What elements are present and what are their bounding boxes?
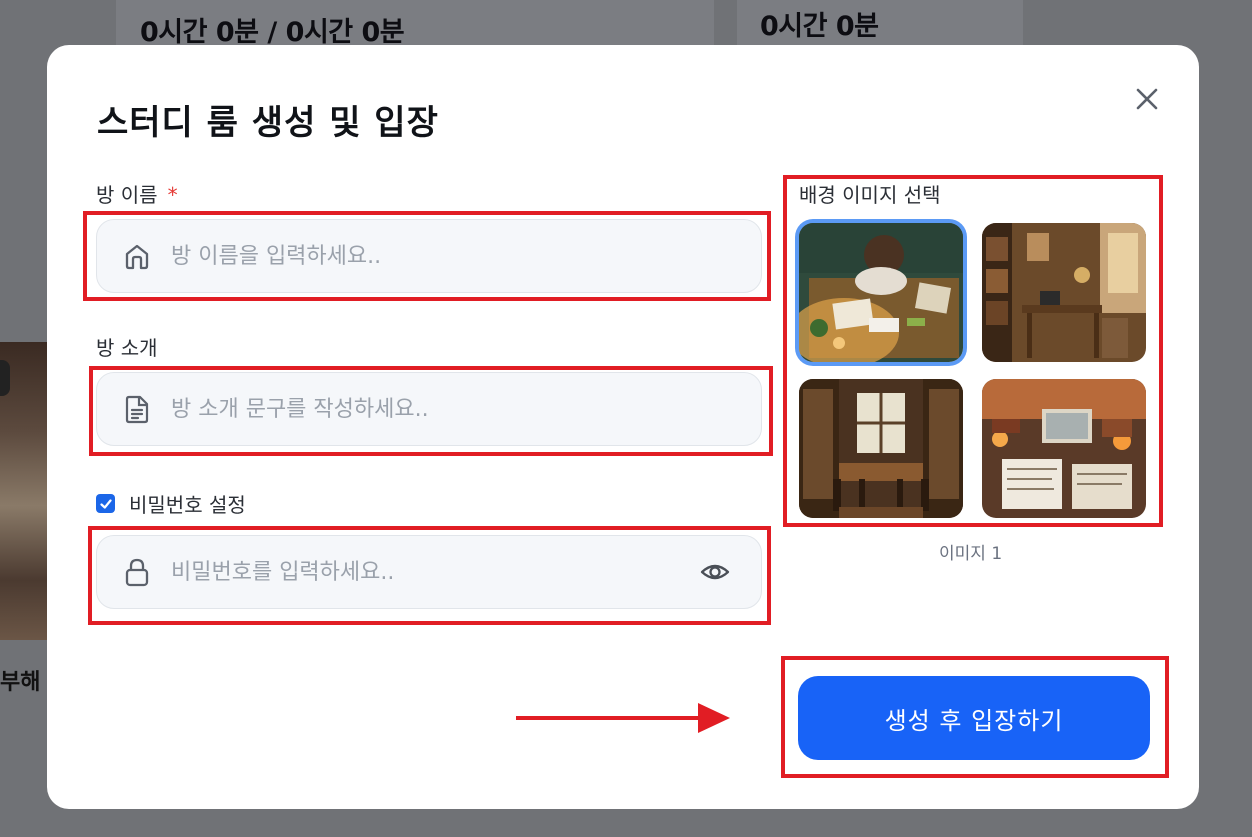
selected-image-caption: 이미지 1: [939, 544, 1003, 564]
background-time-stat: 0시간 0분 / 0시간 0분: [140, 17, 405, 48]
annotation-box-password: [88, 526, 771, 625]
room-intro-label: 방 소개: [96, 336, 158, 360]
room-name-label: 방 이름 *: [96, 179, 178, 208]
modal-title: 스터디 룸 생성 및 입장: [97, 103, 439, 143]
annotation-arrow-icon: [516, 703, 730, 733]
background-time-stat: 0시간 0분: [760, 11, 879, 42]
password-toggle-row: 비밀번호 설정: [96, 489, 246, 518]
annotation-box-background-images: [783, 175, 1163, 527]
annotation-box-room-intro: [89, 366, 773, 456]
room-name-label-text: 방 이름: [96, 183, 158, 207]
required-mark: *: [167, 183, 178, 207]
password-checkbox-label: 비밀번호 설정: [129, 493, 246, 517]
close-icon[interactable]: [1133, 85, 1161, 113]
annotation-box-submit: [781, 656, 1169, 778]
annotation-box-room-name: [83, 211, 771, 301]
password-checkbox[interactable]: [96, 494, 115, 513]
background-text: 부해: [0, 670, 41, 695]
background-thumbnail: [0, 342, 47, 640]
